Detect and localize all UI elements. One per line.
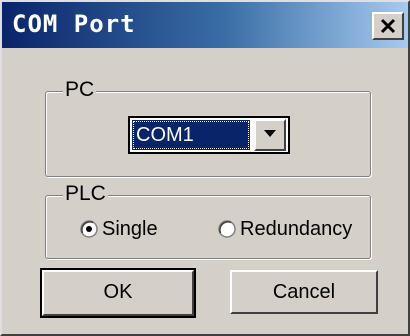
radio-icon [218,220,236,238]
close-button[interactable] [372,12,404,40]
cancel-button[interactable]: Cancel [230,270,378,314]
title-bar[interactable]: COM Port [2,2,408,48]
com-port-dropdown-button[interactable] [254,119,286,151]
ok-button[interactable]: OK [40,268,196,318]
plc-group-label: PLC [63,182,108,205]
chevron-down-icon [264,130,276,137]
window-title: COM Port [12,10,136,38]
com-port-select[interactable]: COM1 [128,116,290,154]
pc-group-label: PC [63,78,97,101]
radio-single-label: Single [102,218,158,240]
radio-redundancy-label: Redundancy [240,218,353,240]
close-icon [380,18,396,34]
com-port-dialog: COM Port PC COM1 PLC Single Redundancy O… [0,0,410,336]
com-port-select-value: COM1 [132,120,250,150]
radio-icon [80,220,98,238]
